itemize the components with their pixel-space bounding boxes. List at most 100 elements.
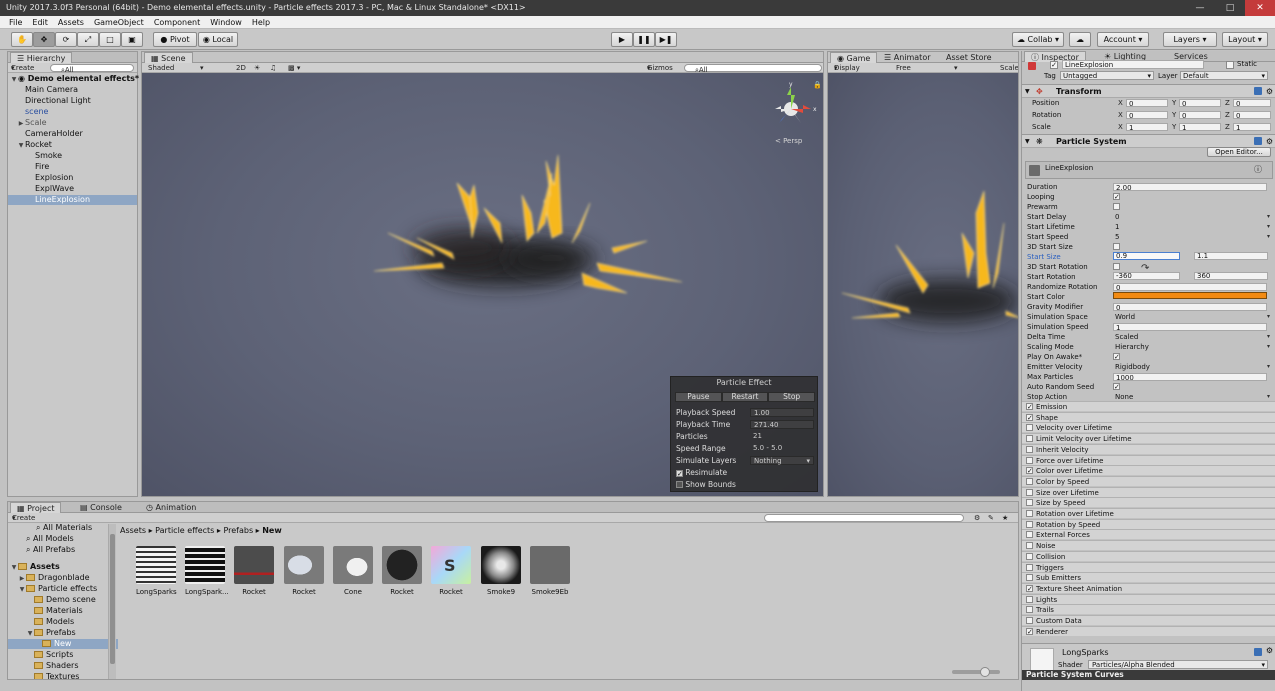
tree-scrollbar[interactable] bbox=[108, 524, 116, 679]
projection-label[interactable]: < Persp bbox=[775, 137, 802, 145]
simulate-layers-dropdown[interactable]: Nothing ▾ bbox=[750, 456, 814, 465]
field-value[interactable]: 0 bbox=[1113, 303, 1267, 312]
project-tree-item[interactable]: Shaders bbox=[8, 661, 118, 671]
project-create-dropdown[interactable]: Create ▾ bbox=[12, 513, 35, 523]
chevron-down-icon[interactable]: ▾ bbox=[1267, 312, 1270, 322]
audio-toggle-icon[interactable]: ♫ bbox=[270, 63, 276, 73]
hierarchy-item-directional-light[interactable]: Directional Light bbox=[8, 96, 137, 106]
display-dropdown[interactable]: Display 1 ▾ bbox=[834, 63, 860, 82]
chevron-down-icon[interactable]: ▾ bbox=[1267, 362, 1270, 372]
module-enable-checkbox[interactable] bbox=[1026, 617, 1033, 624]
ps-module-row[interactable]: ✓ Color over Lifetime bbox=[1022, 465, 1275, 476]
scale-y-field[interactable]: 1 bbox=[1179, 123, 1221, 132]
start-size-min-field[interactable]: 0.9 bbox=[1113, 252, 1180, 260]
static-checkbox[interactable] bbox=[1226, 61, 1234, 69]
ps-module-row[interactable]: Limit Velocity over Lifetime bbox=[1022, 433, 1275, 444]
cloud-icon[interactable]: ☁ bbox=[1069, 32, 1091, 47]
module-enable-checkbox[interactable] bbox=[1026, 510, 1033, 517]
show-bounds-row[interactable]: Show Bounds bbox=[676, 479, 816, 490]
ps-module-row[interactable]: Noise bbox=[1022, 540, 1275, 551]
particle-system-module-header[interactable]: LineExplosion ⓘ bbox=[1025, 161, 1273, 179]
start-rotation-max-field[interactable]: 360 bbox=[1194, 272, 1268, 280]
ps-module-row[interactable]: Sub Emitters bbox=[1022, 572, 1275, 583]
hierarchy-item-explwave[interactable]: ExplWave bbox=[8, 184, 137, 194]
ps-module-row[interactable]: Size by Speed bbox=[1022, 497, 1275, 508]
asset-item[interactable]: Cone bbox=[333, 546, 373, 598]
object-name-field[interactable]: LineExplosion bbox=[1062, 60, 1204, 69]
module-enable-checkbox[interactable]: ✓ bbox=[1026, 467, 1033, 475]
field-checkbox[interactable]: ✓ bbox=[1113, 353, 1120, 361]
chevron-down-icon[interactable]: ▾ bbox=[1267, 232, 1270, 242]
field-value[interactable]: 1 bbox=[1113, 223, 1267, 231]
field-checkbox[interactable] bbox=[1113, 203, 1120, 210]
module-enable-checkbox[interactable]: ✓ bbox=[1026, 413, 1033, 421]
hierarchy-item-explosion[interactable]: Explosion bbox=[8, 173, 137, 183]
start-color-swatch[interactable] bbox=[1113, 292, 1267, 299]
ps-module-row[interactable]: Triggers bbox=[1022, 561, 1275, 572]
gizmos-dropdown[interactable]: Gizmos ▾ bbox=[647, 63, 673, 73]
project-tree-item[interactable]: Textures bbox=[8, 672, 118, 679]
collapse-arrow-icon[interactable]: ▼ bbox=[17, 141, 25, 151]
rect-tool-icon[interactable]: □ bbox=[99, 32, 121, 47]
scale-z-field[interactable]: 1 bbox=[1233, 123, 1271, 132]
hierarchy-item-lineexplosion[interactable]: LineExplosion bbox=[8, 195, 137, 205]
module-enable-checkbox[interactable] bbox=[1026, 595, 1033, 603]
chevron-down-icon[interactable]: ▾ bbox=[1267, 222, 1270, 232]
asset-item[interactable]: Smoke9Eb bbox=[530, 546, 570, 598]
scale-tool-icon[interactable]: ⤢ bbox=[77, 32, 99, 47]
layers-dropdown[interactable]: Layers ▾ bbox=[1163, 32, 1217, 47]
lighting-toggle-icon[interactable]: ☀ bbox=[254, 63, 260, 73]
rotation-z-field[interactable]: 0 bbox=[1233, 111, 1271, 120]
game-viewport[interactable] bbox=[828, 73, 1018, 496]
component-menu-icon[interactable]: ⚙ bbox=[1266, 85, 1273, 98]
ps-module-row[interactable]: Size over Lifetime bbox=[1022, 486, 1275, 497]
scale-x-field[interactable]: 1 bbox=[1126, 123, 1168, 132]
tab-scene[interactable]: ▦ Scene bbox=[144, 52, 193, 63]
collab-dropdown[interactable]: ☁ Collab ▾ bbox=[1012, 32, 1064, 47]
scene-search-input[interactable]: ⌕All bbox=[684, 64, 822, 74]
ps-module-row[interactable]: ✓ Renderer bbox=[1022, 625, 1275, 636]
module-enable-checkbox[interactable] bbox=[1026, 445, 1033, 453]
asset-item[interactable]: S Rocket bbox=[431, 546, 471, 598]
hierarchy-create-dropdown[interactable]: Create ▾ bbox=[11, 63, 34, 73]
menu-help[interactable]: Help bbox=[252, 18, 270, 27]
module-enable-checkbox[interactable] bbox=[1026, 563, 1033, 571]
tab-hierarchy[interactable]: ☰ Hierarchy bbox=[10, 52, 73, 63]
ps-module-row[interactable]: Collision bbox=[1022, 550, 1275, 561]
expand-arrow-icon[interactable]: ▶ bbox=[18, 574, 26, 584]
shader-dropdown[interactable]: Particles/Alpha Blended ▾ bbox=[1088, 660, 1268, 669]
ps-module-row[interactable]: Velocity over Lifetime bbox=[1022, 422, 1275, 433]
help-icon[interactable] bbox=[1254, 137, 1262, 145]
module-enable-checkbox[interactable] bbox=[1026, 520, 1033, 528]
field-checkbox[interactable] bbox=[1113, 263, 1120, 270]
module-enable-checkbox[interactable] bbox=[1026, 606, 1033, 614]
icon-size-slider[interactable] bbox=[952, 667, 1000, 677]
field-value[interactable]: Rigidbody bbox=[1113, 363, 1267, 371]
transform-tool-icon[interactable]: ▣ bbox=[121, 32, 143, 47]
asset-item[interactable]: LongSpark... bbox=[185, 546, 229, 598]
expand-arrow-icon[interactable]: ▼ bbox=[18, 585, 26, 595]
module-enable-checkbox[interactable] bbox=[1026, 435, 1033, 443]
field-checkbox[interactable]: ✓ bbox=[1113, 383, 1120, 391]
field-value[interactable]: Scaled bbox=[1113, 333, 1267, 341]
tab-game[interactable]: ◉ Game bbox=[830, 52, 878, 63]
stop-effect-button[interactable]: Stop bbox=[768, 392, 816, 402]
module-enable-checkbox[interactable] bbox=[1026, 574, 1033, 582]
expand-arrow-icon[interactable]: ▼ bbox=[26, 629, 34, 639]
asset-item[interactable]: Rocket bbox=[382, 546, 422, 598]
playback-time-field[interactable]: 271.40 bbox=[750, 420, 814, 429]
module-enable-checkbox[interactable] bbox=[1026, 488, 1033, 496]
rotate-tool-icon[interactable]: ⟳ bbox=[55, 32, 77, 47]
menu-edit[interactable]: Edit bbox=[32, 18, 48, 27]
slider-handle[interactable] bbox=[980, 667, 990, 677]
position-z-field[interactable]: 0 bbox=[1233, 99, 1271, 108]
pause-button[interactable]: ❚❚ bbox=[633, 32, 655, 47]
hierarchy-search-input[interactable]: ⌕All bbox=[50, 64, 134, 74]
field-value[interactable]: 2.00 bbox=[1113, 183, 1267, 192]
close-icon[interactable]: ✕ bbox=[1245, 0, 1275, 16]
asset-item[interactable]: Smoke9 bbox=[481, 546, 521, 598]
favorite-icon[interactable]: ★ bbox=[1002, 513, 1008, 523]
project-tree-item[interactable]: ▼ Assets bbox=[8, 562, 118, 572]
project-tree-item[interactable]: Models bbox=[8, 617, 118, 627]
project-tree-item[interactable]: ⌕ All Materials bbox=[8, 524, 118, 533]
